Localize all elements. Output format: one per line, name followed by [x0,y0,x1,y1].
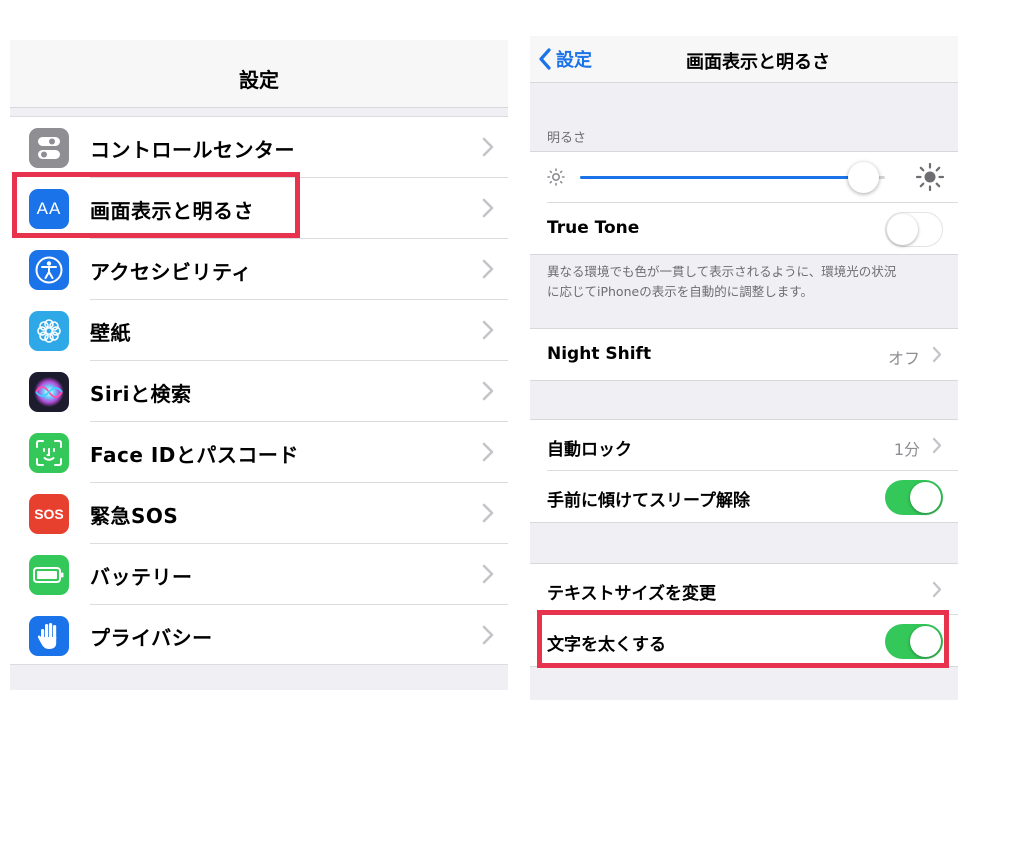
chevron-right-icon [482,503,494,523]
brightness-section-header: 明るさ [547,131,587,146]
chevron-right-icon [482,625,494,645]
face-id-icon [29,433,69,473]
accessibility-icon [29,250,69,290]
chevron-right-icon [932,581,942,598]
siri-icon [29,372,69,412]
sun-large-icon [915,162,945,192]
brightness-slider[interactable] [580,162,885,193]
icon-text: SOS [34,506,64,522]
display-brightness-screen: 設定 画面表示と明るさ 明るさ True Tone 異なる環境でも色が一貫して表… [530,36,958,700]
true-tone-label: True Tone [547,218,640,238]
text-size-row[interactable]: テキストサイズを変更 [530,564,958,615]
raise-to-wake-label: 手前に傾けてスリープ解除 [547,491,750,511]
auto-lock-value: 1分 [893,440,920,459]
night-shift-row[interactable]: Night Shift オフ [530,329,958,380]
chevron-right-icon [932,437,942,454]
brightness-group: True Tone [530,151,958,255]
settings-screen: 設定 コントロールセンター AA 画面表示と明るさ アクセシビリティ 壁紙 Si… [10,40,508,690]
settings-item-emergency-sos[interactable]: SOS 緊急SOS [10,483,508,544]
settings-item-label: プライバシー [90,626,213,650]
settings-item-label: 緊急SOS [90,504,179,528]
lock-group: 自動ロック 1分 手前に傾けてスリープ解除 [530,419,958,523]
settings-nav-bar: 設定 [10,40,508,108]
brightness-slider-thumb[interactable] [847,162,879,193]
true-tone-row: True Tone [530,203,958,254]
settings-item-control-center[interactable]: コントロールセンター [10,117,508,178]
night-shift-group: Night Shift オフ [530,328,958,381]
auto-lock-row[interactable]: 自動ロック 1分 [530,420,958,471]
settings-item-label: 壁紙 [90,321,131,345]
settings-item-face-id-passcode[interactable]: Face IDとパスコード [10,422,508,483]
auto-lock-label: 自動ロック [547,440,632,460]
settings-item-siri-search[interactable]: Siriと検索 [10,361,508,422]
hand-icon [29,616,69,656]
settings-item-privacy[interactable]: プライバシー [10,605,508,666]
page-title: 設定 [239,68,279,92]
sos-icon: SOS [29,494,69,534]
raise-to-wake-row: 手前に傾けてスリープ解除 [530,471,958,522]
chevron-right-icon [482,198,494,218]
toggle-knob [910,482,941,513]
settings-item-label: バッテリー [90,565,193,589]
settings-item-label: コントロールセンター [90,138,295,162]
brightness-slider-fill [580,176,864,179]
chevron-right-icon [482,442,494,462]
night-shift-value: オフ [887,349,920,368]
display-nav-bar: 設定 画面表示と明るさ [530,36,958,83]
chevron-right-icon [482,137,494,157]
settings-item-label: Face IDとパスコード [90,443,299,467]
highlight-box-bold-text [537,610,949,668]
flower-icon [29,311,69,351]
chevron-right-icon [932,346,942,363]
page-title: 画面表示と明るさ [686,52,830,73]
true-tone-description: 異なる環境でも色が一貫して表示されるように、環境光の状況 に応じてiPhoneの… [547,262,947,302]
chevron-right-icon [482,564,494,584]
true-tone-toggle[interactable] [885,212,943,247]
toggles-icon [29,128,69,168]
chevron-right-icon [482,320,494,340]
true-tone-description-line2: に応じてiPhoneの表示を自動的に調整します。 [547,284,813,299]
settings-item-accessibility[interactable]: アクセシビリティ [10,239,508,300]
highlight-box-display [12,172,300,238]
brightness-row [530,152,958,203]
toggle-knob [887,213,918,245]
sun-small-icon [547,168,565,186]
text-size-label: テキストサイズを変更 [547,584,716,604]
settings-item-label: アクセシビリティ [90,260,252,284]
settings-item-label: Siriと検索 [90,382,192,406]
settings-item-battery[interactable]: バッテリー [10,544,508,605]
battery-icon [29,555,69,595]
chevron-right-icon [482,381,494,401]
true-tone-description-line1: 異なる環境でも色が一貫して表示されるように、環境光の状況 [547,264,897,279]
chevron-right-icon [482,259,494,279]
settings-item-wallpaper[interactable]: 壁紙 [10,300,508,361]
night-shift-label: Night Shift [547,344,652,364]
raise-to-wake-toggle[interactable] [885,480,943,515]
